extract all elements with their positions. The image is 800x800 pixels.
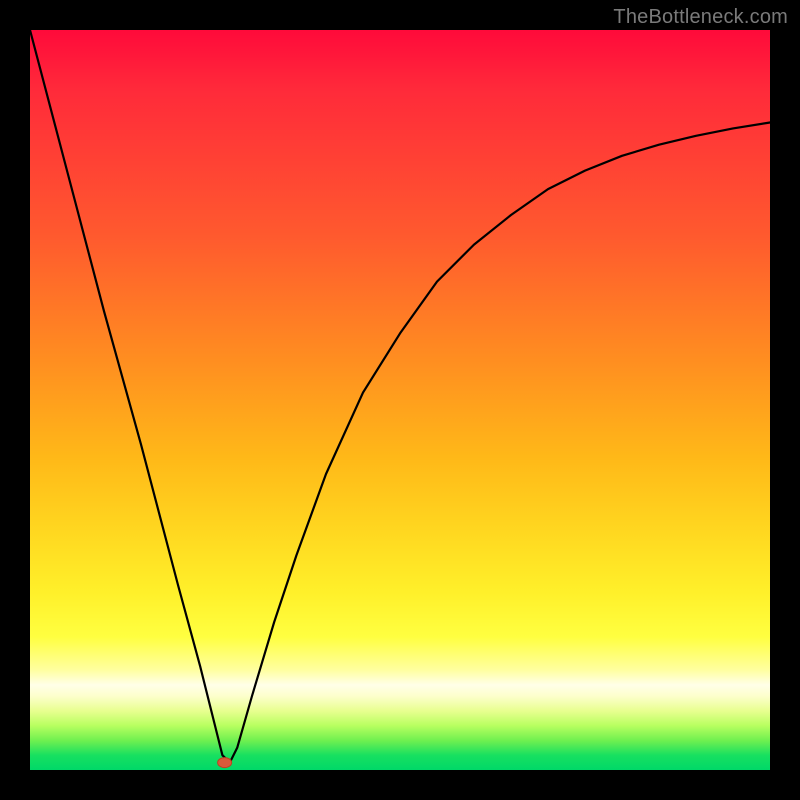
- chart-frame: TheBottleneck.com: [0, 0, 800, 800]
- plot-area: [30, 30, 770, 770]
- bottleneck-curve: [30, 30, 770, 770]
- curve-path: [30, 30, 770, 763]
- optimal-point-marker: [218, 758, 232, 768]
- watermark-text: TheBottleneck.com: [613, 6, 788, 29]
